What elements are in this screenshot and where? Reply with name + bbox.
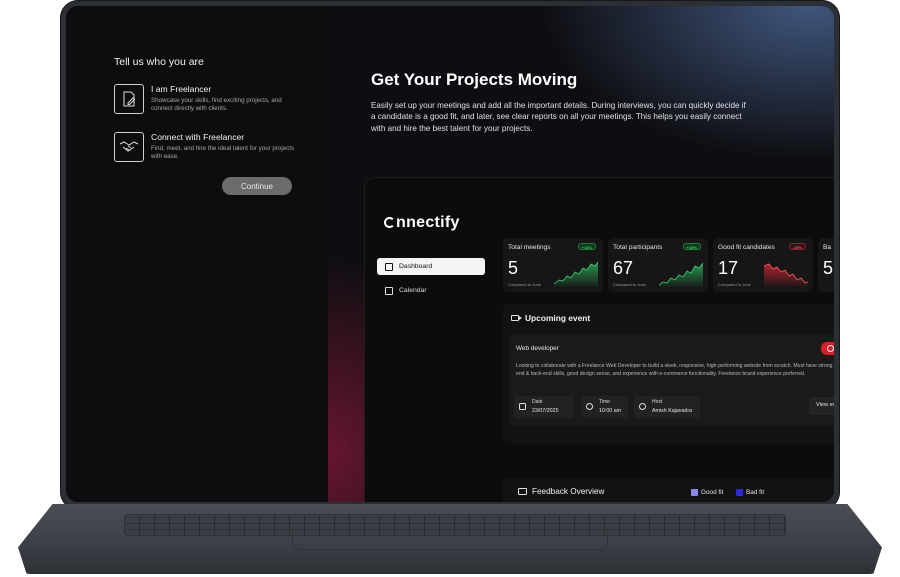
role-option-description: Showcase your skills, find exciting proj… — [151, 97, 282, 113]
stat-label: Good fit candidates — [718, 244, 775, 251]
chip-value: Amish Kajavadra — [652, 408, 693, 414]
trend-badge: +12% — [577, 243, 596, 250]
grid-icon — [385, 262, 393, 271]
laptop-screen: Tell us who you are I am Freelancer Show… — [66, 6, 834, 502]
user-icon — [639, 403, 646, 410]
calendar-icon — [385, 286, 393, 295]
role-option-description: Find, meet, and hire the ideal talent fo… — [151, 145, 295, 161]
onboarding-panel: Tell us who you are I am Freelancer Show… — [66, 6, 328, 502]
app-preview: nnectify Dashboard Calendar Total meetin… — [365, 178, 834, 502]
legend-swatch-good-fit — [691, 489, 698, 496]
nav-item-label: Calendar — [399, 287, 427, 294]
event-date-chip: Date 23/07/2025 — [514, 396, 574, 418]
trend-badge: +15% — [682, 243, 701, 250]
nav-item-dashboard[interactable]: Dashboard — [377, 258, 485, 275]
event-host-chip: Host Amish Kajavadra — [634, 396, 700, 418]
stat-value: 17 — [718, 258, 739, 278]
stat-value: 5 — [508, 258, 519, 278]
calendar-icon — [519, 403, 526, 410]
laptop-trackpad — [292, 530, 608, 550]
event-description: Looking to collaborate with a Freelance … — [516, 363, 834, 377]
view-event-button[interactable]: View ev — [809, 397, 834, 415]
app-main: Total meetings +12% 5 Compared to June T… — [503, 178, 834, 502]
stat-label: Total participants — [613, 244, 663, 251]
stat-card-total-meetings: Total meetings +12% 5 Compared to June — [503, 238, 603, 292]
hero-description: Easily set up your meetings and add all … — [371, 101, 746, 133]
stat-comparison: Compared to June — [718, 282, 751, 287]
sparkline-chart — [659, 262, 703, 287]
trend-badge: -10% — [788, 243, 806, 250]
role-option-client[interactable]: Connect with Freelancer Find, meet, and … — [114, 132, 314, 166]
stat-label: Ba — [823, 244, 832, 251]
chat-icon — [518, 488, 527, 495]
feedback-overview-panel: Feedback Overview Good fit Bad fit — [503, 478, 834, 502]
chip-value: 23/07/2025 — [532, 408, 559, 414]
stat-card-good-fit: Good fit candidates -10% 17 Compared to … — [713, 238, 813, 292]
event-card: Web developer Looking to collaborate wit… — [509, 334, 834, 426]
continue-button[interactable]: Continue — [222, 177, 292, 195]
nav-item-label: Dashboard — [399, 263, 433, 270]
stat-comparison: Compared to June — [613, 282, 646, 287]
legend-swatch-bad-fit — [736, 489, 743, 496]
stat-card-total-participants: Total participants +15% 67 Compared to J… — [608, 238, 708, 292]
onboarding-title: Tell us who you are — [114, 56, 204, 68]
feedback-title: Feedback Overview — [532, 487, 605, 496]
marketing-panel: Get Your Projects Moving Easily set up y… — [328, 6, 834, 502]
sparkline-chart — [764, 263, 808, 287]
role-option-title: Connect with Freelancer — [151, 132, 245, 142]
sparkline-chart — [554, 261, 598, 287]
stat-card-partial: Ba 5 — [818, 238, 834, 292]
chip-label: Host — [652, 399, 663, 405]
document-pen-icon — [114, 84, 144, 114]
video-camera-icon — [511, 315, 522, 321]
chip-label: Date — [532, 399, 543, 405]
legend-label: Good fit — [701, 489, 724, 496]
hero-title: Get Your Projects Moving — [371, 70, 578, 89]
app-sidebar: nnectify Dashboard Calendar — [365, 178, 493, 502]
event-role: Web developer — [516, 345, 559, 352]
legend-label: Bad fit — [746, 489, 765, 496]
chip-label: Time — [599, 399, 610, 405]
nav-item-calendar[interactable]: Calendar — [377, 282, 485, 299]
stat-label: Total meetings — [508, 244, 551, 251]
app-logo: nnectify — [384, 214, 460, 232]
upcoming-event-title: Upcoming event — [525, 313, 591, 323]
logo-mark-icon — [384, 217, 395, 228]
handshake-icon — [114, 132, 144, 162]
event-time-chip: Time 10:00 am — [581, 396, 628, 418]
record-icon[interactable] — [821, 342, 834, 355]
chip-value: 10:00 am — [599, 408, 622, 414]
clock-icon — [586, 403, 593, 410]
stat-value: 5 — [823, 258, 834, 278]
role-option-title: I am Freelancer — [151, 84, 212, 94]
role-option-freelancer[interactable]: I am Freelancer Showcase your skills, fi… — [114, 84, 314, 118]
stat-value: 67 — [613, 258, 634, 278]
upcoming-event-panel: Upcoming event Web developer Looking to … — [503, 304, 834, 444]
stat-comparison: Compared to June — [508, 282, 541, 287]
